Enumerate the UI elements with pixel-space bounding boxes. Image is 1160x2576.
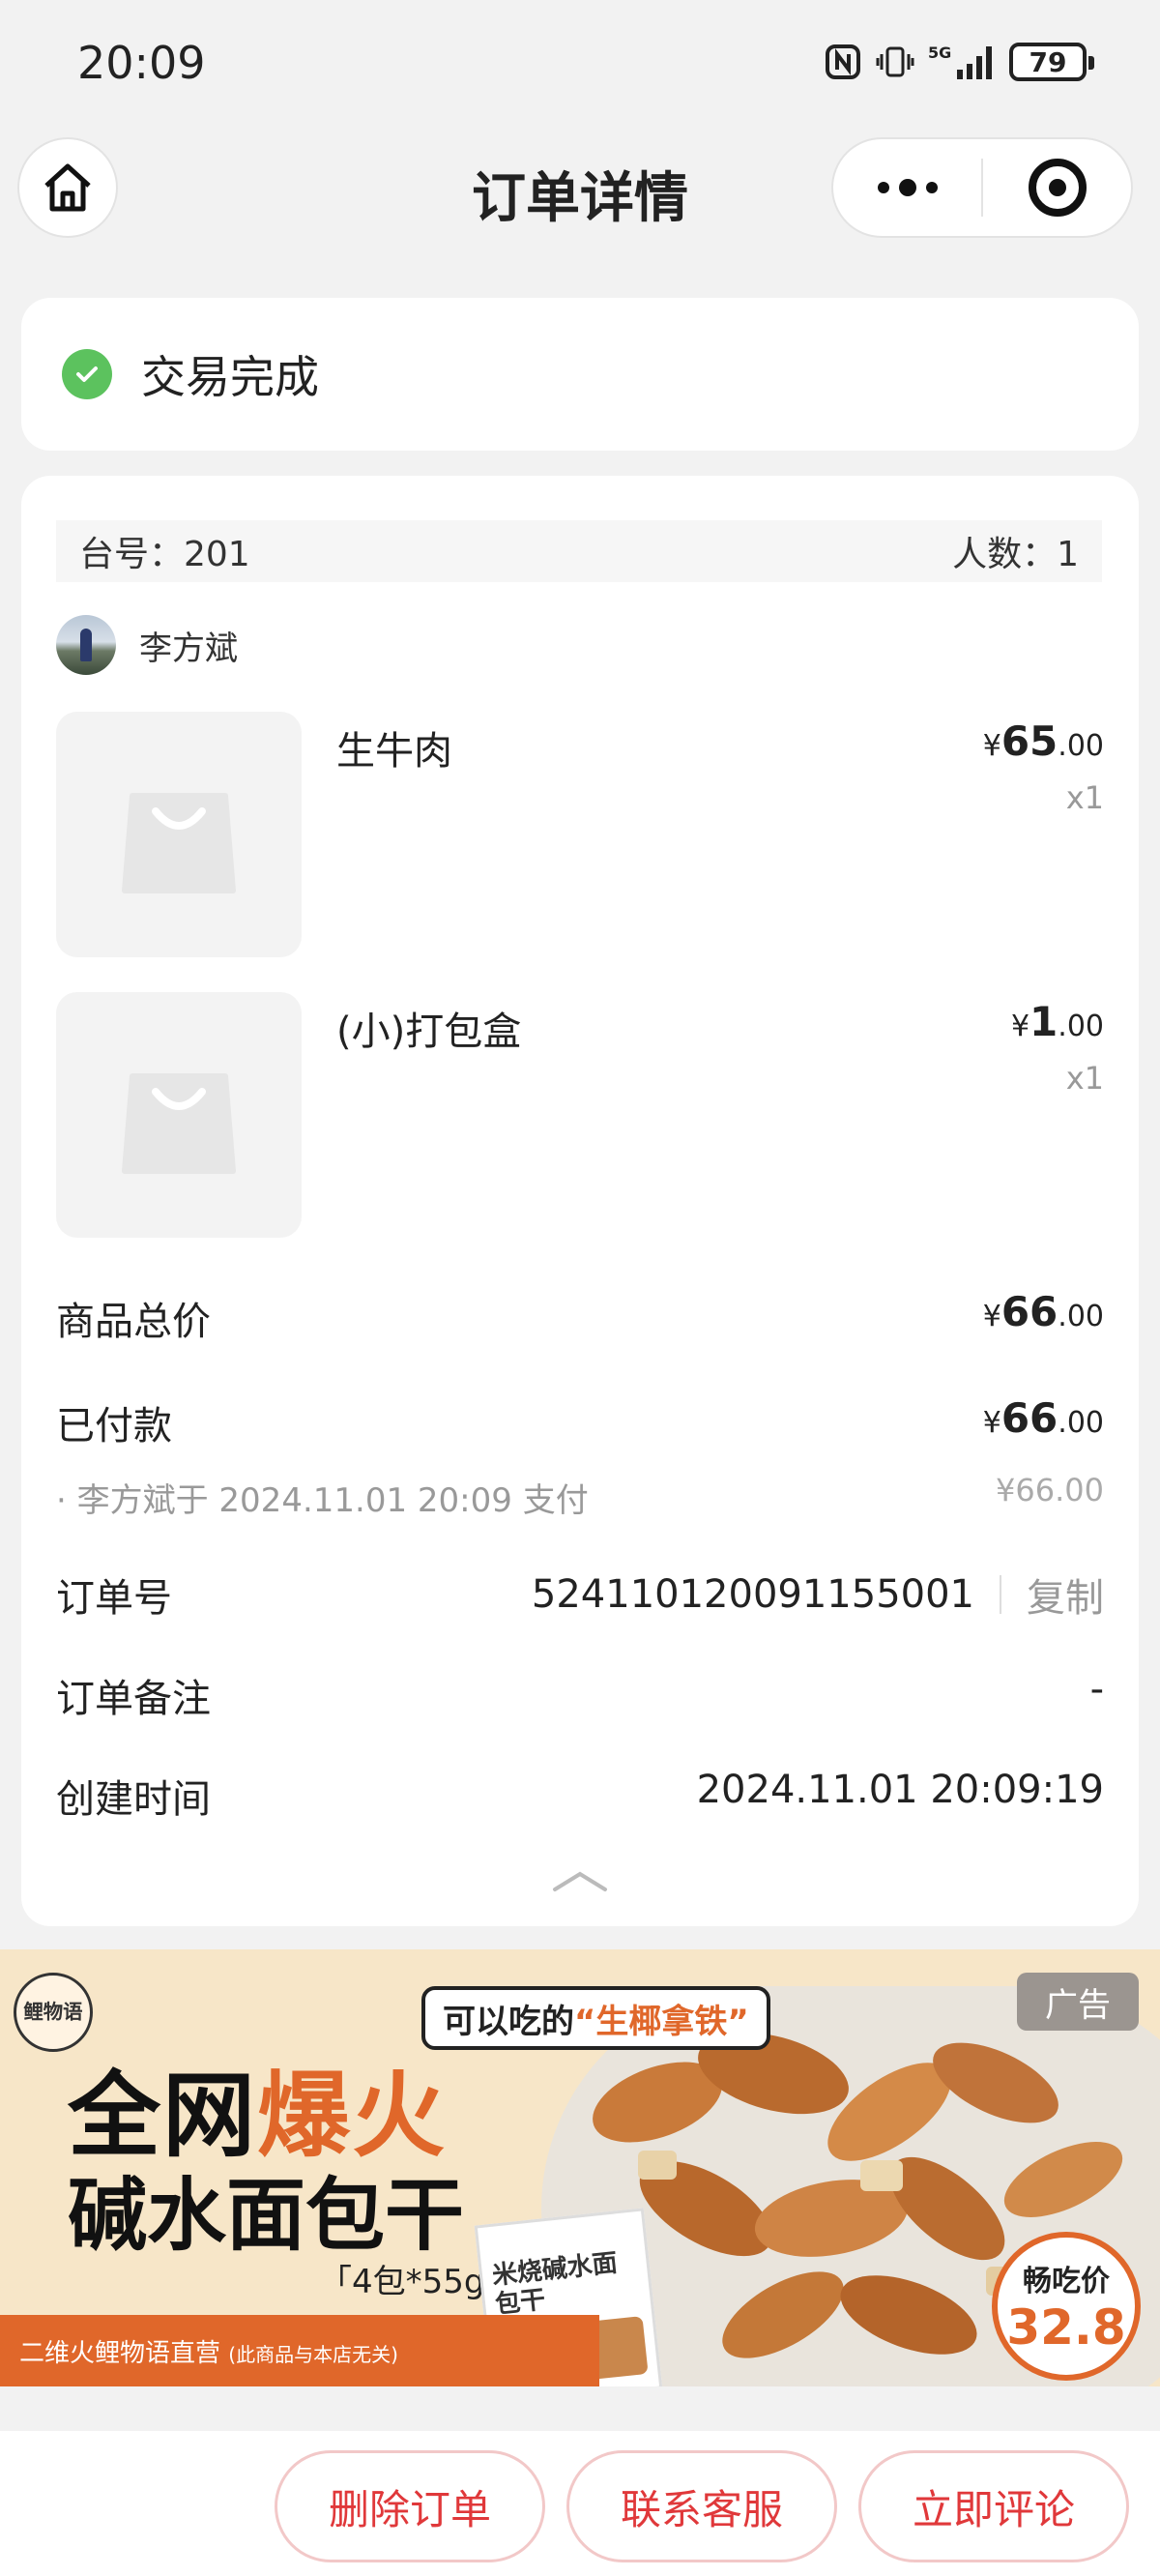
order-number-label: 订单号 [56, 1576, 172, 1621]
ad-speech-bubble: 可以吃的 “生椰拿铁” [421, 1986, 770, 2050]
remark-label: 订单备注 [56, 1677, 211, 1721]
ad-label: 广告 [1017, 1973, 1139, 2031]
collapse-button[interactable] [551, 1866, 609, 1899]
paid-amount: ¥66.00 [982, 1394, 1104, 1442]
svg-text:鲤物语: 鲤物语 [22, 2000, 82, 2023]
status-icons: 5G 79 [824, 43, 1094, 81]
paid-label: 已付款 [56, 1404, 172, 1449]
more-button[interactable] [833, 139, 981, 236]
table-number: 台号：201 [79, 535, 250, 574]
product-price: ¥65.00 [982, 717, 1104, 765]
chevron-up-icon [553, 1871, 607, 1891]
more-dots-icon [877, 179, 938, 196]
status-time: 20:09 [77, 37, 206, 89]
total-amount: ¥66.00 [982, 1288, 1104, 1335]
close-miniprogram-button[interactable] [983, 139, 1131, 236]
signal-icon: 5G [928, 44, 992, 79]
contact-support-button[interactable]: 联系客服 [566, 2450, 837, 2562]
product-quantity: x1 [1065, 779, 1104, 816]
svg-text:5G: 5G [928, 44, 951, 62]
payment-note-amount: ¥66.00 [996, 1472, 1104, 1508]
ad-product-name: 碱水面包干 [68, 2170, 465, 2262]
people-count: 人数：1 [952, 535, 1079, 574]
shopping-bag-icon [122, 1073, 236, 1174]
order-number-row: 524110120091155001 复制 [532, 1566, 1104, 1623]
product-image[interactable] [56, 712, 302, 957]
created-time: 2024.11.01 20:09:19 [696, 1768, 1104, 1812]
table-info-bar: 台号：201 人数：1 [56, 520, 1102, 582]
order-status-card: 交易完成 [21, 298, 1139, 451]
orderer-row: 李方斌 [56, 615, 238, 675]
ad-footer-text: 二维火鲤物语直营 (此商品与本店无关) [19, 2339, 398, 2368]
product-image[interactable] [56, 992, 302, 1238]
target-icon [1028, 159, 1087, 217]
battery-icon: 79 [1009, 43, 1094, 81]
order-status-text: 交易完成 [141, 351, 319, 403]
write-review-button[interactable]: 立即评论 [858, 2450, 1129, 2562]
remark-value: - [1089, 1667, 1104, 1712]
ad-banner[interactable]: 鲤物语 可以吃的 “生椰拿铁” 全网爆火 碱水面包干 「4包*55g」 米烧碱水面… [0, 1949, 1160, 2386]
order-number: 524110120091155001 [531, 1572, 974, 1617]
avatar [56, 615, 116, 675]
menu-capsule [831, 137, 1133, 238]
nfc-icon [826, 44, 860, 79]
copy-button[interactable]: 复制 [1027, 1566, 1104, 1623]
copy-divider [1000, 1575, 1001, 1614]
product-price: ¥1.00 [1010, 998, 1104, 1045]
payment-note: · 李方斌于 2024.11.01 20:09 支付 [56, 1481, 589, 1520]
vibrate-icon [876, 46, 914, 77]
total-label: 商品总价 [56, 1300, 211, 1344]
delete-order-button[interactable]: 删除订单 [275, 2450, 545, 2562]
ad-price-badge: 畅吃价 32.8 [992, 2232, 1141, 2381]
check-circle-icon [62, 349, 112, 399]
product-name: 生牛肉 [336, 729, 452, 774]
product-name: (小)打包盒 [336, 1010, 522, 1054]
orderer-name: 李方斌 [139, 629, 238, 668]
shopping-bag-icon [122, 793, 236, 893]
product-quantity: x1 [1065, 1060, 1104, 1097]
created-time-label: 创建时间 [56, 1777, 211, 1822]
